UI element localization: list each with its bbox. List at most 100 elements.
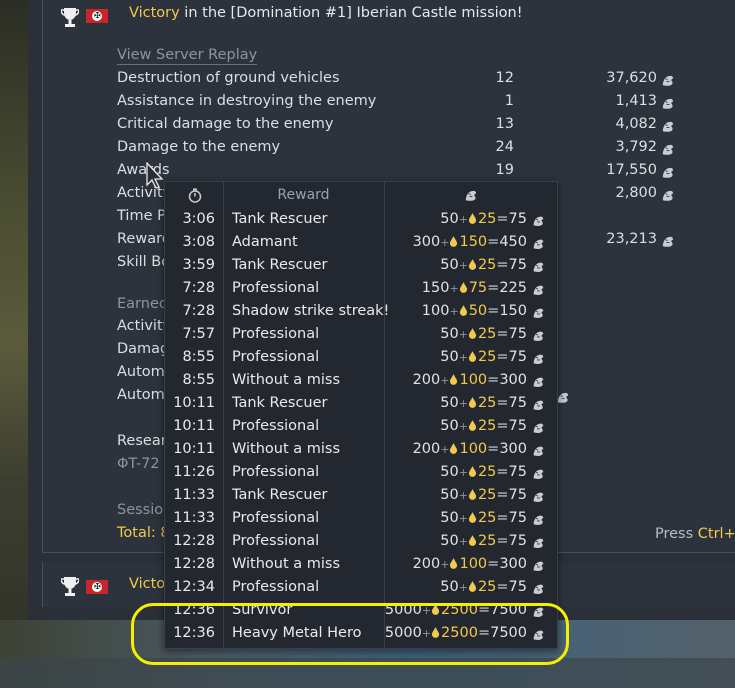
silver-lions-icon — [531, 582, 545, 596]
award-name: Professional — [232, 533, 320, 549]
annotation-highlight — [131, 603, 569, 665]
total-label: Total: 8 — [117, 525, 170, 541]
stat-label: Assistance in destroying the enemy — [117, 93, 377, 109]
award-formula: 150+ 75=225 — [421, 280, 527, 296]
award-row: 7:28 Shadow strike streak! 100+ 50=150 — [165, 301, 557, 324]
silver-lions-icon — [660, 96, 675, 111]
award-name: Professional — [232, 464, 320, 480]
silver-lions-icon — [531, 260, 545, 274]
award-time: 8:55 — [182, 349, 215, 365]
award-total: 75 — [508, 579, 527, 595]
award-base: 50 — [440, 257, 459, 273]
award-name: Tank Rescuer — [232, 257, 328, 273]
reward-column-header: Reward — [223, 182, 385, 209]
award-row: 7:28 Professional 150+ 75=225 — [165, 278, 557, 301]
entry-title-2: Victo — [129, 576, 166, 592]
award-formula: 200+ 100=300 — [412, 556, 527, 572]
award-formula: 50+ 25=75 — [440, 418, 527, 434]
award-total: 75 — [508, 395, 527, 411]
stat-count: 24 — [495, 139, 514, 155]
award-name: Shadow strike streak! — [232, 303, 390, 319]
award-base: 50 — [440, 418, 459, 434]
premium-bonus-icon — [449, 556, 459, 572]
award-time: 12:34 — [173, 579, 215, 595]
award-bonus: 25 — [477, 211, 497, 227]
award-bonus: 25 — [477, 464, 497, 480]
tooltip-header: Reward — [165, 182, 557, 209]
silver-lions-icon — [531, 283, 545, 297]
award-time: 7:28 — [182, 303, 215, 319]
award-total: 450 — [499, 234, 527, 250]
award-bonus: 150 — [459, 234, 488, 250]
stat-row: Assistance in destroying the enemy 1 1,413 — [117, 93, 677, 116]
award-base: 50 — [440, 395, 459, 411]
award-row: 7:57 Professional 50+ 25=75 — [165, 324, 557, 347]
stat-count: 1 — [504, 93, 514, 109]
award-formula: 100+ 50=150 — [421, 303, 527, 319]
stat-label: Destruction of ground vehicles — [117, 70, 340, 86]
award-row: 10:11 Without a miss 200+ 100=300 — [165, 439, 557, 462]
award-base: 200 — [412, 556, 441, 572]
silver-lions-icon — [660, 73, 675, 88]
award-time: 11:33 — [173, 510, 215, 526]
award-row: 11:26 Professional 50+ 25=75 — [165, 462, 557, 485]
stat-label: Skill Bo — [117, 254, 171, 270]
award-base: 50 — [440, 510, 459, 526]
award-time: 10:11 — [173, 395, 215, 411]
victory-trophy-icon — [61, 577, 79, 596]
award-name: Professional — [232, 349, 320, 365]
award-time: 11:33 — [173, 487, 215, 503]
silver-lions-icon — [531, 352, 545, 366]
silver-lions-icon — [531, 214, 545, 228]
premium-bonus-icon — [468, 579, 478, 595]
award-time: 8:55 — [182, 372, 215, 388]
award-base: 50 — [440, 349, 459, 365]
silver-lions-icon — [531, 536, 545, 550]
award-base: 50 — [440, 326, 459, 342]
award-formula: 50+ 25=75 — [440, 326, 527, 342]
view-server-replay-link[interactable]: View Server Replay — [117, 47, 258, 65]
award-total: 75 — [508, 464, 527, 480]
award-row: 12:28 Without a miss 200+ 100=300 — [165, 554, 557, 577]
award-row: 11:33 Professional 50+ 25=75 — [165, 508, 557, 531]
stat-label: Critical damage to the enemy — [117, 116, 334, 132]
stat-row: Damage to the enemy 24 3,792 — [117, 139, 677, 162]
award-name: Adamant — [232, 234, 298, 250]
award-total: 75 — [508, 326, 527, 342]
award-row: 8:55 Without a miss 200+ 100=300 — [165, 370, 557, 393]
award-bonus: 50 — [468, 303, 488, 319]
silver-lions-icon — [531, 444, 545, 458]
award-row: 3:06 Tank Rescuer 50+ 25=75 — [165, 209, 557, 232]
silver-lions-icon — [660, 188, 675, 203]
silver-lions-icon — [531, 467, 545, 481]
award-base: 200 — [412, 372, 441, 388]
award-name: Tank Rescuer — [232, 487, 328, 503]
germany-flag-icon: ✠ — [86, 580, 108, 594]
award-bonus: 100 — [459, 372, 488, 388]
award-bonus: 100 — [459, 556, 488, 572]
award-total: 225 — [499, 280, 527, 296]
award-time: 3:08 — [182, 234, 215, 250]
premium-bonus-icon — [468, 326, 478, 342]
award-total: 75 — [508, 418, 527, 434]
award-formula: 50+ 25=75 — [440, 510, 527, 526]
stat-value: 2,800 — [615, 185, 657, 201]
premium-bonus-icon — [468, 510, 478, 526]
premium-bonus-icon — [468, 418, 478, 434]
award-formula: 50+ 25=75 — [440, 533, 527, 549]
award-name: Tank Rescuer — [232, 211, 328, 227]
award-name: Professional — [232, 418, 320, 434]
award-row: 12:34 Professional 50+ 25=75 — [165, 577, 557, 600]
premium-bonus-icon — [468, 395, 478, 411]
award-base: 150 — [421, 280, 450, 296]
silver-lions-icon — [531, 237, 545, 251]
silver-lions-icon — [531, 329, 545, 343]
stat-count: 13 — [495, 116, 514, 132]
award-name: Professional — [232, 579, 320, 595]
award-time: 12:28 — [173, 533, 215, 549]
premium-bonus-icon — [468, 257, 478, 273]
award-total: 75 — [508, 257, 527, 273]
award-formula: 300+ 150=450 — [412, 234, 527, 250]
copy-hint: Press Ctrl+C — [655, 526, 735, 542]
award-bonus: 25 — [477, 533, 497, 549]
